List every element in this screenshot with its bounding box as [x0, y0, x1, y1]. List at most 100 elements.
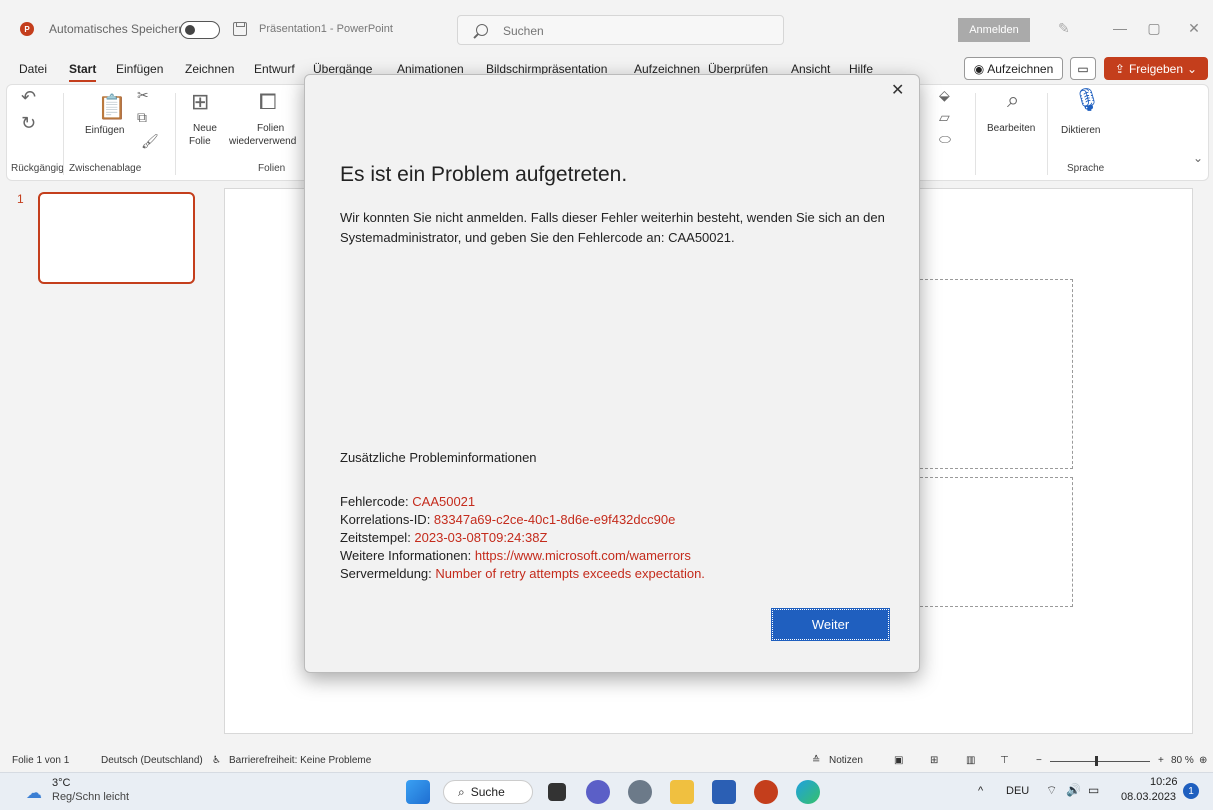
ribbon-separator	[1047, 93, 1048, 175]
clipboard-group-label: Zwischenablage	[69, 163, 142, 174]
restore-icon[interactable]: ▢	[1144, 20, 1164, 36]
normal-view-icon[interactable]: ▣	[894, 755, 903, 766]
redo-icon[interactable]: ↻	[21, 113, 36, 134]
wifi-icon[interactable]: ⌔	[1046, 783, 1057, 798]
language-status[interactable]: Deutsch (Deutschland)	[101, 755, 203, 766]
notification-badge[interactable]: 1	[1183, 783, 1199, 799]
search-icon: ⌕	[458, 784, 465, 799]
settings-icon[interactable]	[628, 780, 652, 804]
paste-label[interactable]: Einfügen	[85, 125, 124, 136]
new-slide-label[interactable]: Neue	[193, 123, 217, 134]
reuse-slides-label-line2[interactable]: wiederverwend	[229, 136, 296, 147]
language-indicator[interactable]: DEU	[1006, 785, 1029, 797]
clock-date[interactable]: 08.03.2023	[1121, 791, 1176, 803]
slide-info: Folie 1 von 1	[12, 755, 70, 766]
reading-view-icon[interactable]: ▥	[966, 755, 975, 766]
search-icon	[476, 24, 488, 36]
close-icon[interactable]: ✕	[891, 80, 904, 100]
windows-start-icon[interactable]	[406, 780, 430, 804]
close-window-icon[interactable]: ✕	[1184, 20, 1204, 36]
slide-number: 1	[17, 192, 24, 206]
find-icon[interactable]: ⌕	[1007, 87, 1019, 113]
minimize-icon[interactable]: —	[1110, 20, 1130, 36]
share-button[interactable]: ⇪ Freigeben ⌄	[1104, 57, 1208, 80]
error-dialog: ✕ Es ist ein Problem aufgetreten. Wir ko…	[304, 74, 920, 673]
tab-start[interactable]: Start	[69, 62, 97, 82]
ribbon-separator	[975, 93, 976, 175]
clock-time[interactable]: 10:26	[1150, 776, 1178, 788]
tab-datei[interactable]: Datei	[19, 62, 47, 76]
dictate-label[interactable]: Diktieren	[1061, 125, 1100, 136]
word-icon[interactable]	[712, 780, 736, 804]
zoom-slider[interactable]	[1050, 761, 1150, 762]
undo-icon[interactable]: ↶	[21, 87, 36, 108]
tab-einfuegen[interactable]: Einfügen	[116, 62, 163, 76]
record-label: Aufzeichnen	[987, 61, 1054, 76]
search-input[interactable]	[503, 22, 763, 40]
reuse-slides-label[interactable]: Folien	[257, 123, 284, 134]
taskbar: ☁ 3°C Reg/Schn leicht ⌕ Suche ^ DEU ⌔ 🔊 ▭…	[0, 772, 1213, 810]
error-code-value: CAA50021	[412, 494, 476, 509]
signin-button[interactable]: Anmelden	[958, 18, 1030, 42]
effects-icon[interactable]: ⬭	[939, 131, 951, 148]
slide-thumbnail[interactable]	[38, 192, 195, 284]
format-painter-icon[interactable]: 🖌	[141, 133, 159, 150]
teams-chat-icon[interactable]	[586, 780, 610, 804]
tab-zeichnen[interactable]: Zeichnen	[185, 62, 234, 76]
cut-icon[interactable]: ✂	[137, 87, 149, 104]
powerpoint-app-icon: P	[20, 22, 34, 36]
pen-icon[interactable]: ✎	[1058, 20, 1074, 36]
error-code-label: Fehlercode:	[340, 494, 413, 509]
volume-icon[interactable]: 🔊	[1066, 783, 1081, 797]
tab-entwurf[interactable]: Entwurf	[254, 62, 295, 76]
paste-icon[interactable]: 📋	[97, 93, 127, 122]
correlation-row: Korrelations-ID: 83347a69-c2ce-40c1-8d6e…	[340, 511, 705, 529]
presenter-view-icon[interactable]: ⊤	[1000, 755, 1009, 766]
dialog-heading: Es ist ein Problem aufgetreten.	[340, 163, 628, 186]
fit-slide-icon[interactable]: ⊕	[1199, 755, 1207, 766]
title-bar: P Automatisches Speichern Präsentation1 …	[0, 0, 1213, 52]
error-code-row: Fehlercode: CAA50021	[340, 493, 705, 511]
chevron-up-icon[interactable]: ^	[978, 785, 983, 797]
undo-group-label: Rückgängig	[11, 163, 64, 174]
taskbar-search[interactable]: ⌕ Suche	[443, 780, 533, 804]
share-icon: ⇪	[1114, 61, 1125, 76]
edit-label[interactable]: Bearbeiten	[987, 123, 1035, 134]
task-view-icon[interactable]	[548, 783, 566, 801]
new-slide-icon[interactable]: ⊞	[191, 89, 209, 115]
file-explorer-icon[interactable]	[670, 780, 694, 804]
timestamp-row: Zeitstempel: 2023-03-08T09:24:38Z	[340, 529, 705, 547]
more-info-link[interactable]: https://www.microsoft.com/wamerrors	[475, 548, 691, 563]
autosave-toggle[interactable]	[180, 21, 220, 39]
notes-icon: ≙	[812, 755, 821, 766]
sorter-view-icon[interactable]: ⊞	[930, 755, 938, 766]
weather-desc[interactable]: Reg/Schn leicht	[52, 791, 129, 803]
accessibility-status[interactable]: Barrierefreiheit: Keine Probleme	[229, 755, 371, 766]
dialog-message: Wir konnten Sie nicht anmelden. Falls di…	[340, 210, 885, 245]
new-slide-label-line2[interactable]: Folie	[189, 136, 211, 147]
subtitle-placeholder[interactable]	[915, 477, 1073, 607]
comment-icon[interactable]: ▭	[1070, 57, 1096, 80]
battery-icon[interactable]: ▭	[1088, 783, 1099, 797]
zoom-out-icon[interactable]: −	[1036, 755, 1042, 766]
powerpoint-taskbar-icon[interactable]	[754, 780, 778, 804]
outline-icon[interactable]: ▱	[939, 109, 950, 126]
microphone-icon[interactable]: 🎙	[1073, 87, 1101, 113]
save-icon[interactable]	[233, 22, 247, 36]
correlation-value: 83347a69-c2ce-40c1-8d6e-e9f432dcc90e	[433, 512, 676, 527]
fill-icon[interactable]: ⬙	[939, 87, 950, 104]
weather-icon[interactable]: ☁	[26, 783, 42, 803]
ribbon-collapse-icon[interactable]: ⌄	[1193, 151, 1203, 165]
reuse-slides-icon[interactable]: ⧠	[259, 89, 277, 115]
search-box[interactable]	[457, 15, 784, 45]
zoom-slider-thumb[interactable]	[1095, 756, 1098, 766]
title-placeholder[interactable]	[915, 279, 1073, 469]
edge-icon[interactable]	[796, 780, 820, 804]
copy-icon[interactable]: ⧉	[137, 109, 147, 126]
zoom-in-icon[interactable]: +	[1158, 755, 1164, 766]
continue-button[interactable]: Weiter	[771, 608, 890, 641]
record-button[interactable]: ◉ Aufzeichnen	[964, 57, 1063, 80]
zoom-level[interactable]: 80 %	[1171, 755, 1194, 766]
notes-button[interactable]: Notizen	[829, 755, 863, 766]
weather-temp[interactable]: 3°C	[52, 777, 70, 789]
